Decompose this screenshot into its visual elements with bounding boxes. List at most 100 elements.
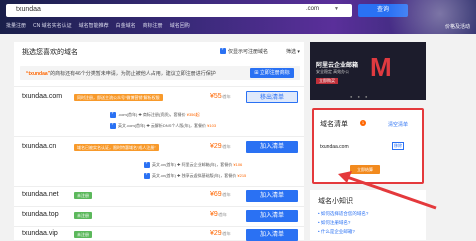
chevron-down-icon[interactable]: ▼ <box>334 6 339 12</box>
bundle-price: ¥106 <box>233 162 243 167</box>
domain-name: txundaa.net <box>22 191 59 198</box>
ad-buy-button[interactable]: 立即购买 <box>316 78 338 84</box>
knowledge-link-text: 如何选择适合您的域名? <box>320 211 369 216</box>
domain-row: txundaa.top 未注册 ¥9/首年 加入清单 <box>14 206 304 224</box>
price: ¥55/首年 <box>210 93 231 100</box>
panel-title: 挑选您喜欢的域名 <box>22 49 78 56</box>
trademark-banner: “txundaa”的商标还有46个分类暂未申请，为防止被他人占用，建议立即注册进… <box>20 66 300 80</box>
price-unit: /首年 <box>221 231 231 236</box>
banner-message: 的商标还有46个分类暂未申请，为防止被他人占用，建议立即注册进行保护 <box>50 71 216 77</box>
nav-item[interactable]: 批量注册 <box>6 22 26 31</box>
bundle-offer: 英文.com(首年) ✚ 云解析DNS个人版(年)，套餐价 ¥103 <box>118 123 217 128</box>
search-button[interactable]: 查询 <box>358 4 408 17</box>
email-ad-banner[interactable]: 阿里云企业邮箱 安全稳定 高效办公 立即购买 M ● ● ● <box>310 42 426 100</box>
carousel-dots[interactable]: ● ● ● <box>350 94 369 99</box>
domain-search-box[interactable]: txundaa .com ▼ <box>6 4 352 17</box>
nav-item[interactable]: 域名智能推荐 <box>79 22 109 31</box>
bundle-price: ¥215 <box>237 173 247 178</box>
add-to-list-button[interactable]: 加入清单 <box>246 210 298 222</box>
only-available-label: 仅显示可注册域名 <box>228 49 269 55</box>
bundle-offer: 英文.cn(首年) ✚ 独享云虚拟基础版(年)，套餐价 ¥215 <box>152 173 247 178</box>
remove-from-list-button[interactable]: 移出清单 <box>246 91 298 103</box>
bundle-checkbox[interactable] <box>144 171 150 179</box>
price-unit: /首年 <box>217 212 227 217</box>
price-link[interactable]: 价格及活动 <box>445 23 470 30</box>
knowledge-link-text: 什么是企业邮箱? <box>320 229 355 234</box>
banner-text: “txundaa”的商标还有46个分类暂未申请，为防止被他人占用，建议立即注册进… <box>26 70 216 77</box>
domain-name: txundaa.com <box>22 93 63 100</box>
filter-label: 筛选 <box>286 49 297 55</box>
ad-subtitle: 安全稳定 高效办公 <box>316 69 350 74</box>
domain-row: txundaa.vip 未注册 ¥29/首年 加入清单 <box>14 226 304 241</box>
price: ¥29/首年 <box>210 143 231 150</box>
nav-item[interactable]: 商标注册 <box>143 22 163 31</box>
cart-count-badge: 1 <box>360 120 366 126</box>
clear-cart-link[interactable]: 清空清单 <box>388 121 408 128</box>
add-to-list-button[interactable]: 加入清单 <box>246 141 298 153</box>
banner-keyword: “txundaa” <box>26 71 51 77</box>
nav-item[interactable]: 白金域名 <box>116 22 136 31</box>
price-unit: /首年 <box>221 144 231 149</box>
price-unit: /首年 <box>221 94 231 99</box>
tld-select[interactable]: .com <box>306 6 319 12</box>
price: ¥9/首年 <box>210 211 227 218</box>
knowledge-panel: 域名小知识 • 如何选择适合您的域名? • 如何注册域名? • 什么是企业邮箱? <box>310 190 426 240</box>
price-value: ¥29 <box>210 143 222 150</box>
domain-name: txundaa.cn <box>22 143 57 150</box>
domain-cart: 域名清单 1 清空清单 txundaa.com 移除 立即结算 <box>312 108 424 184</box>
bundle-price: ¥103 <box>207 123 217 128</box>
bundle-product: 阿里云企业邮箱(年)，套餐价 <box>181 162 233 167</box>
price-value: ¥9 <box>210 211 218 218</box>
domain-row: txundaa.com 同时注册，即送主流公众号“微博营销”解析权限 ¥55/首… <box>14 86 304 134</box>
bundle-offer: .com(首年) ✚ 商标注册(资质)，套餐价 ¥356起 <box>118 112 200 117</box>
status-tag: 未注册 <box>74 212 92 219</box>
register-trademark-button[interactable]: ⊞ 立即注册商标 <box>250 68 294 78</box>
search-input[interactable]: txundaa <box>16 6 41 13</box>
bundle-checkbox[interactable] <box>144 160 150 168</box>
bundle-offer: 英文.cn(首年) ✚ 阿里云企业邮箱(年)，套餐价 ¥106 <box>152 162 243 167</box>
hero-header: txundaa .com ▼ 查询 批量注册 CN 域名实名认证 域名智能推荐 … <box>0 0 476 34</box>
promo-tag: 同时注册，即送主流公众号“微博营销”解析权限 <box>74 94 163 101</box>
bundle-product: 云解析DNS个人版(年)，套餐价 <box>150 123 207 128</box>
domain-row: txundaa.cn 域名已被实名认证，限时特惠域名“成人注册” ¥29/首年 … <box>14 136 304 184</box>
domain-name: txundaa.top <box>22 211 59 218</box>
knowledge-link[interactable]: • 如何选择适合您的域名? <box>318 211 368 217</box>
price-value: ¥69 <box>210 191 222 198</box>
add-to-list-button[interactable]: 加入清单 <box>246 229 298 241</box>
bundle-product: 独享云虚拟基础版(年)，套餐价 <box>181 173 237 178</box>
knowledge-link[interactable]: • 什么是企业邮箱? <box>318 229 355 235</box>
price-value: ¥55 <box>210 93 222 100</box>
status-tag: 未注册 <box>74 192 92 199</box>
remove-domain-button[interactable]: 移除 <box>392 142 404 150</box>
knowledge-link[interactable]: • 如何注册域名? <box>318 220 350 226</box>
nav-item[interactable]: 域名回购 <box>170 22 190 31</box>
bundle-domain: 英文.cn(首年) <box>152 162 176 167</box>
domain-row: txundaa.net 未注册 ¥69/首年 加入清单 <box>14 186 304 204</box>
knowledge-link-text: 如何注册域名? <box>320 220 351 225</box>
only-available-checkbox[interactable] <box>220 46 226 54</box>
promo-tag: 域名已被实名认证，限时特惠域名“成人注册” <box>74 144 159 151</box>
filter-dropdown[interactable]: 筛选 ▾ <box>286 48 300 55</box>
bundle-domain: 英文.com(首年) <box>118 123 146 128</box>
add-to-list-button[interactable]: 加入清单 <box>246 190 298 202</box>
bundle-domain: .com(首年) <box>118 112 138 117</box>
sub-nav: 批量注册 CN 域名实名认证 域名智能推荐 白金域名 商标注册 域名回购 <box>6 22 346 31</box>
price-unit: /首年 <box>221 192 231 197</box>
price: ¥69/首年 <box>210 191 231 198</box>
price: ¥29/首年 <box>210 230 231 237</box>
domain-results-panel: 挑选您喜欢的域名 仅显示可注册域名 筛选 ▾ “txundaa”的商标还有46个… <box>14 42 304 241</box>
ad-title: 阿里云企业邮箱 <box>316 63 359 69</box>
register-trademark-label: 立即注册商标 <box>259 70 290 76</box>
status-tag: 未注册 <box>74 231 92 238</box>
bundle-checkbox[interactable] <box>110 110 116 118</box>
price-value: ¥29 <box>210 230 222 237</box>
cart-title: 域名清单 <box>320 121 348 128</box>
mail-logo-icon: M <box>370 52 392 82</box>
checkout-button[interactable]: 立即结算 <box>350 165 380 174</box>
bundle-domain: 英文.cn(首年) <box>152 173 176 178</box>
bundle-product: 商标注册(资质)，套餐价 <box>142 112 186 117</box>
bundle-price: ¥356起 <box>186 112 200 117</box>
bundle-checkbox[interactable] <box>110 121 116 129</box>
nav-item[interactable]: CN 域名实名认证 <box>33 22 72 31</box>
cart-domain: txundaa.com <box>320 144 349 150</box>
